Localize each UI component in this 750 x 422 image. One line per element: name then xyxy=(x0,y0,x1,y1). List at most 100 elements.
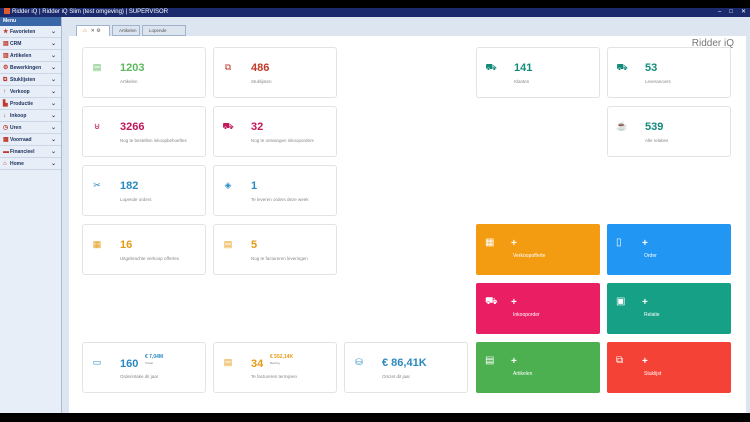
chevron-down-icon: ⌄ xyxy=(50,149,56,155)
sidebar-item-stuklijsten[interactable]: ⧉ Stuklijsten ⌄ xyxy=(0,74,61,86)
money-icon: ▭ xyxy=(92,357,102,367)
card-leveranciers[interactable]: ⛟ 53 Leveranciers xyxy=(607,47,731,98)
action-label: Relatie xyxy=(644,312,660,318)
action-stuklijst[interactable]: ⧉ + Stuklijst xyxy=(607,342,731,393)
app-window: Menu ★ Favorieten ⌄ ▤CRM ⌄ ▥Artikelen ⌄ ⚙ Bew… xyxy=(0,17,750,413)
card-value: 141 xyxy=(514,62,533,74)
card-value: 32 xyxy=(251,121,264,133)
card-omzet[interactable]: ⛁ € 86,41K Omzet dit jaar xyxy=(344,342,468,393)
card-value: 1 xyxy=(251,180,258,192)
sidebar-item-inkoop[interactable]: ↓ Inkoop ⌄ xyxy=(0,110,61,122)
sales-icon: ↑ xyxy=(3,89,6,95)
chevron-down-icon: ⌄ xyxy=(50,41,56,47)
card-te-leveren[interactable]: ◈ 1 Te leveren orders deze week xyxy=(213,165,337,216)
tab-home-controls[interactable]: ✕ ⚙ xyxy=(91,28,101,34)
action-inkooporder[interactable]: ⛟ + Inkooporder xyxy=(476,283,600,334)
card-subvalue-label: Totaal xyxy=(145,361,154,365)
production-icon: ▙ xyxy=(3,101,8,107)
action-artikelen[interactable]: ▤ + Artikelen xyxy=(476,342,600,393)
card-stuklijsten[interactable]: ⧉ 486 Stuklijsten xyxy=(213,47,337,98)
hierarchy-icon: ⧉ xyxy=(224,62,232,72)
action-label: Verkoopofferte xyxy=(513,253,546,259)
card-subvalue-label: Bedrag xyxy=(270,361,280,365)
card-lopende-orders[interactable]: ✂ 182 Lopende orders xyxy=(82,165,206,216)
action-label: Order xyxy=(644,253,657,259)
card-subvalue: € 552,14K xyxy=(270,354,294,360)
card-artikelen[interactable]: ▤ 1203 Artikelen xyxy=(82,47,206,98)
app-logo-icon xyxy=(4,8,10,15)
action-relatie[interactable]: ▣ + Relatie xyxy=(607,283,731,334)
file-icon: ▯ xyxy=(616,237,622,248)
sidebar-item-crm[interactable]: ▤CRM ⌄ xyxy=(0,38,61,50)
sidebar-item-voorraad[interactable]: ▦Voorraad ⌄ xyxy=(0,134,61,146)
tools-icon: ✂ xyxy=(93,180,101,190)
home-icon: ⌂ xyxy=(83,28,87,34)
purchase-icon: ↓ xyxy=(3,113,6,119)
cart-icon: ⛟ xyxy=(222,121,234,131)
maximize-icon[interactable]: □ xyxy=(729,9,733,15)
finance-icon: ▬ xyxy=(3,149,9,155)
sidebar-item-artikelen[interactable]: ▥Artikelen ⌄ xyxy=(0,50,61,62)
hierarchy-icon: ⧉ xyxy=(616,355,624,366)
chevron-down-icon: ⌄ xyxy=(50,161,56,167)
card-value: 34 xyxy=(251,358,264,370)
sidebar-item-productie[interactable]: ▙ Productie ⌄ xyxy=(0,98,61,110)
card-value: 3266 xyxy=(120,121,145,133)
tab-home[interactable]: ⌂ ✕ ⚙ xyxy=(76,25,110,36)
card-value: 16 xyxy=(120,239,133,251)
sidebar-item-label: CRM xyxy=(10,41,22,47)
menu-header: Menu xyxy=(0,17,61,26)
add-icon: + xyxy=(511,238,517,249)
star-icon: ★ xyxy=(3,29,9,35)
action-verkoopofferte[interactable]: ▦ + Verkoopofferte xyxy=(476,224,600,275)
sidebar-item-label: Bewerkingen xyxy=(10,65,42,71)
add-icon: + xyxy=(511,356,517,367)
chevron-down-icon: ⌄ xyxy=(50,65,56,71)
card-value: 5 xyxy=(251,239,258,251)
card-inkooporders[interactable]: ⛟ 32 Nog te ontvangen inkooporders xyxy=(213,106,337,157)
document-icon: ▦ xyxy=(92,239,102,249)
window-title: Ridder iQ | Ridder iQ Slim (test omgevin… xyxy=(12,9,169,15)
tab-lopende-orders[interactable]: Lopende orders xyxy=(142,25,186,42)
cart-icon: ⛟ xyxy=(485,62,497,72)
invoice-icon: ▤ xyxy=(223,357,233,367)
sidebar-item-verkoop[interactable]: ↑ Verkoop ⌄ xyxy=(0,86,61,98)
chevron-down-icon: ⌄ xyxy=(50,77,56,83)
card-label: Orderintake dit jaar xyxy=(120,374,159,379)
sidebar-item-bewerkingen[interactable]: ⚙ Bewerkingen ⌄ xyxy=(0,62,61,74)
sidebar-menu: Menu ★ Favorieten ⌄ ▤CRM ⌄ ▥Artikelen ⌄ ⚙ Bew… xyxy=(0,17,62,413)
card-factureren[interactable]: ▤ 5 Nog te factureren leveringen xyxy=(213,224,337,275)
card-relaties[interactable]: ☕ 539 Alle relaties xyxy=(607,106,731,157)
card-label: Klanten xyxy=(514,79,530,84)
card-klanten[interactable]: ⛟ 141 Klanten xyxy=(476,47,600,98)
close-icon[interactable]: ✕ xyxy=(741,9,746,15)
dashboard-canvas: Ridder iQ ▤ 1203 Artikelen ⧉ 486 Stuklij… xyxy=(69,36,746,413)
cart-icon: ⛟ xyxy=(485,296,498,307)
card-inkoopbehoeftes[interactable]: ⊎ 3266 Nog te bestellen inkoopbehoeftes xyxy=(82,106,206,157)
sidebar-item-home[interactable]: ⌂ Home ⌄ xyxy=(0,158,61,170)
sidebar-item-label: Voorraad xyxy=(10,137,32,143)
sidebar-item-financieel[interactable]: ▬Financieel ⌄ xyxy=(0,146,61,158)
card-offertes[interactable]: ▦ 16 Uitgebrachte verkoop offertes xyxy=(82,224,206,275)
card-value: 53 xyxy=(645,62,658,74)
card-orderintake[interactable]: ▭ 160 € 7,04M Totaal Orderintake dit jaa… xyxy=(82,342,206,393)
sidebar-item-uren[interactable]: ◷ Uren ⌄ xyxy=(0,122,61,134)
card-label: Omzet dit jaar xyxy=(382,374,411,379)
stock-icon: ▦ xyxy=(3,137,9,143)
card-label: Nog te ontvangen inkooporders xyxy=(251,138,314,143)
invoice-icon: ▤ xyxy=(223,239,233,249)
minimize-icon[interactable]: – xyxy=(718,9,721,15)
action-order[interactable]: ▯ + Order xyxy=(607,224,731,275)
card-value: 1203 xyxy=(120,62,145,74)
sidebar-item-label: Financieel xyxy=(10,149,35,155)
chevron-down-icon: ⌄ xyxy=(50,101,56,107)
tab-artikelen[interactable]: Artikelen xyxy=(112,25,140,36)
sidebar-item-favorieten[interactable]: ★ Favorieten ⌄ xyxy=(0,26,61,38)
crm-icon: ▤ xyxy=(3,41,9,47)
card-value: 539 xyxy=(645,121,664,133)
sidebar-item-label: Productie xyxy=(10,101,34,107)
card-termijnen[interactable]: ▤ 34 € 552,14K Bedrag Te factureren term… xyxy=(213,342,337,393)
sidebar-item-label: Stuklijsten xyxy=(10,77,36,83)
card-label: Stuklijsten xyxy=(251,79,272,84)
coins-icon: ⛁ xyxy=(355,357,363,367)
